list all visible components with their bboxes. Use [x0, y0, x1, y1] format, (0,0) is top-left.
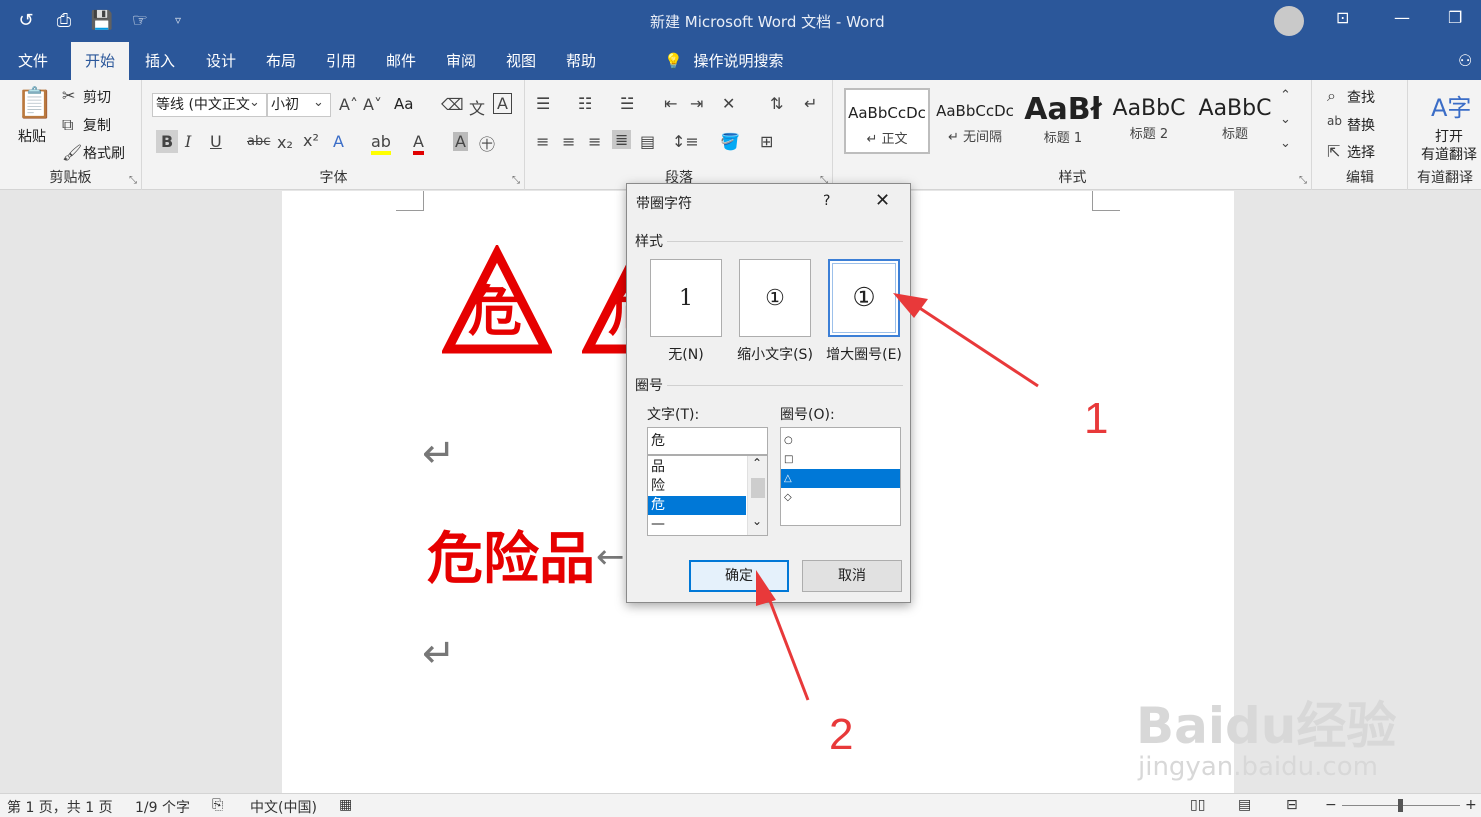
- status-bar: 第 1 页，共 1 页 1/9 个字 ⎘ 中文(中国) ▦ ▯▯ ▤ ⊟ − +: [0, 793, 1481, 817]
- print-layout-icon[interactable]: ▤: [1238, 797, 1251, 813]
- annotation-number-1: 1: [1084, 394, 1109, 443]
- arrow-1-head: [893, 293, 928, 318]
- zoom-out-icon[interactable]: −: [1325, 797, 1337, 813]
- macro-icon[interactable]: ▦: [339, 797, 352, 813]
- page-count[interactable]: 第 1 页，共 1 页: [7, 797, 113, 817]
- annotation-arrows: [756, 293, 1039, 701]
- zoom-thumb[interactable]: [1398, 799, 1403, 812]
- zoom-in-icon[interactable]: +: [1465, 797, 1477, 813]
- arrow-2-shaft: [763, 587, 810, 701]
- annotation-number-2: 2: [829, 710, 854, 759]
- arrow-2-head: [756, 570, 776, 606]
- arrow-1-shaft: [911, 301, 1039, 388]
- proofing-icon[interactable]: ⎘: [212, 797, 223, 813]
- language-status[interactable]: 中文(中国): [250, 797, 317, 817]
- web-layout-icon[interactable]: ⊟: [1286, 797, 1298, 813]
- read-mode-icon[interactable]: ▯▯: [1190, 797, 1205, 813]
- word-count[interactable]: 1/9 个字: [135, 797, 190, 817]
